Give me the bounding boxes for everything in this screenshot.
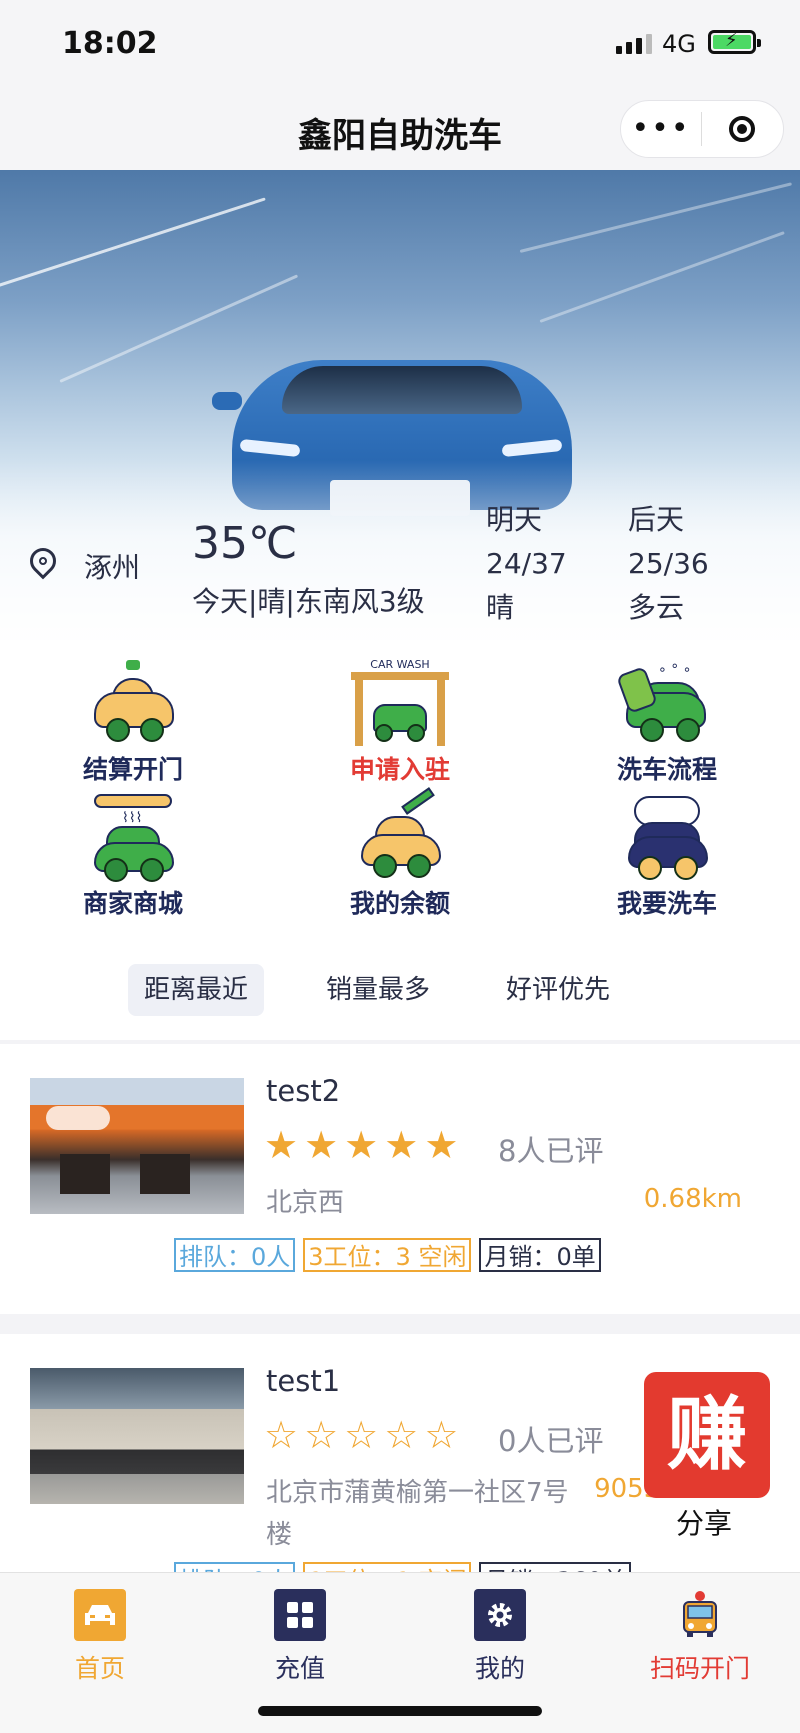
review-count: 8人已评 — [498, 1134, 604, 1168]
sort-most-sales[interactable]: 销量最多 — [310, 964, 446, 1016]
store-name: test1 — [266, 1364, 341, 1398]
workstation-tag: 3工位：3 空闲 — [303, 1238, 472, 1272]
store-address: 北京西 — [266, 1188, 345, 1218]
battery-icon — [708, 30, 761, 54]
star-empty-icon: ☆ — [344, 1413, 379, 1457]
network-type: 4G — [662, 30, 696, 58]
car-wash-sponge-icon: ∘ ° ∘ — [612, 658, 722, 748]
car-spray-icon — [345, 787, 455, 882]
tab-home[interactable]: 首页 — [20, 1589, 180, 1685]
earn-button[interactable]: 赚 — [644, 1372, 770, 1498]
tab-recharge[interactable]: 充值 — [220, 1589, 380, 1685]
car-mirror — [212, 392, 242, 410]
grid-item-my-balance[interactable]: 我的余额 — [300, 787, 500, 920]
share-label[interactable]: 分享 — [676, 1502, 732, 1542]
tab-label: 我的 — [474, 1654, 525, 1683]
store-card[interactable]: test2 ★ ★ ★ ★ ★ 8人已评 北京西 0.68km 排队：0人 3工… — [0, 1044, 800, 1314]
sort-best-rated[interactable]: 好评优先 — [490, 964, 626, 1016]
weather-today: 今天|晴|东南风3级 — [192, 585, 425, 618]
forecast-cond: 多云 — [628, 591, 685, 624]
grid-label: 我的余额 — [349, 889, 450, 918]
menu-capsule: ••• — [620, 100, 784, 158]
store-photo — [30, 1078, 244, 1214]
grid-item-wash-process[interactable]: ∘ ° ∘ 洗车流程 — [567, 658, 767, 786]
signal-icon — [616, 34, 652, 54]
car-wash-station-icon: CAR WASH — [345, 658, 455, 748]
star-empty-icon: ☆ — [424, 1413, 459, 1457]
grid-label: 我要洗车 — [616, 889, 717, 918]
tab-label: 充值 — [274, 1654, 325, 1683]
close-program-button[interactable] — [702, 116, 782, 142]
car-wash-sign-text: CAR WASH — [370, 658, 430, 671]
grid-label: 商家商城 — [82, 889, 183, 918]
banner-decoration — [539, 231, 785, 323]
status-time: 18:02 — [62, 26, 158, 61]
tab-label: 首页 — [74, 1654, 125, 1683]
star-filled-icon: ★ — [344, 1123, 379, 1167]
weather-city[interactable]: 涿州 — [84, 546, 140, 586]
grid-item-apply-join[interactable]: CAR WASH 申请入驻 — [300, 658, 500, 786]
store-photo — [30, 1368, 244, 1504]
sales-tag: 月销：0单 — [479, 1238, 601, 1272]
tab-label: 扫码开门 — [649, 1654, 750, 1683]
star-empty-icon: ☆ — [304, 1413, 339, 1457]
home-indicator — [258, 1706, 542, 1716]
sort-bar: 距离最近 销量最多 好评优先 — [0, 950, 800, 1040]
grid-icon — [274, 1589, 326, 1641]
car-windshield — [282, 366, 522, 414]
grid-label: 洗车流程 — [616, 755, 717, 784]
car-dryer-icon: ⌇⌇⌇ — [78, 792, 188, 882]
rating-stars: ☆ ☆ ☆ ☆ ☆ — [264, 1416, 458, 1454]
tab-scan-open[interactable]: 扫码开门 — [620, 1589, 780, 1685]
banner-decoration — [0, 197, 266, 293]
function-grid: 结算开门 CAR WASH 申请入驻 ∘ ° ∘ 洗车流程 ⌇⌇⌇ 商家商城 我… — [0, 640, 800, 950]
mini-program-navbar: 鑫阳自助洗车 ••• — [0, 88, 800, 170]
gear-icon — [474, 1589, 526, 1641]
star-filled-icon: ★ — [424, 1123, 459, 1167]
status-bar: 18:02 4G — [0, 0, 800, 88]
more-options-button[interactable]: ••• — [621, 114, 701, 144]
forecast-range: 24/37 — [486, 547, 567, 580]
star-filled-icon: ★ — [264, 1123, 299, 1167]
bus-icon — [674, 1589, 726, 1641]
star-empty-icon: ☆ — [384, 1413, 419, 1457]
tab-mine[interactable]: 我的 — [420, 1589, 580, 1685]
store-tags: 排队：0人 3工位：3 空闲 月销：0单 — [174, 1238, 601, 1272]
weather-temp: 35℃ — [192, 518, 298, 569]
sort-nearest[interactable]: 距离最近 — [128, 964, 265, 1016]
forecast-day-after: 后天 25/36 多云 — [628, 498, 709, 630]
car-wash-icon — [78, 658, 188, 748]
forecast-tomorrow: 明天 24/37 晴 — [486, 498, 567, 630]
star-empty-icon: ☆ — [264, 1413, 299, 1457]
queue-tag: 排队：0人 — [174, 1238, 296, 1272]
hero-banner: 涿州 35℃ 今天|晴|东南风3级 明天 24/37 晴 后天 25/36 多云 — [0, 170, 800, 640]
grid-label: 申请入驻 — [349, 755, 450, 784]
star-filled-icon: ★ — [384, 1123, 419, 1167]
store-address: 北京市蒲黄榆第一社区7号楼 — [266, 1478, 569, 1550]
grid-label: 结算开门 — [82, 755, 183, 784]
grid-item-checkout-open[interactable]: 结算开门 — [33, 658, 233, 786]
car-foam-icon — [612, 792, 722, 882]
star-filled-icon: ★ — [304, 1123, 339, 1167]
store-distance: 0.68km — [643, 1184, 742, 1214]
forecast-day: 后天 — [628, 503, 685, 536]
car-icon — [74, 1589, 126, 1641]
banner-decoration — [59, 274, 299, 383]
forecast-range: 25/36 — [628, 547, 709, 580]
forecast-cond: 晴 — [486, 591, 515, 624]
grid-item-merchant-mall[interactable]: ⌇⌇⌇ 商家商城 — [33, 792, 233, 920]
grid-item-wash-car[interactable]: 我要洗车 — [567, 792, 767, 920]
rating-stars: ★ ★ ★ ★ ★ — [264, 1126, 458, 1164]
store-name: test2 — [266, 1074, 341, 1108]
target-icon — [729, 116, 755, 142]
forecast-day: 明天 — [486, 503, 543, 536]
review-count: 0人已评 — [498, 1424, 604, 1458]
